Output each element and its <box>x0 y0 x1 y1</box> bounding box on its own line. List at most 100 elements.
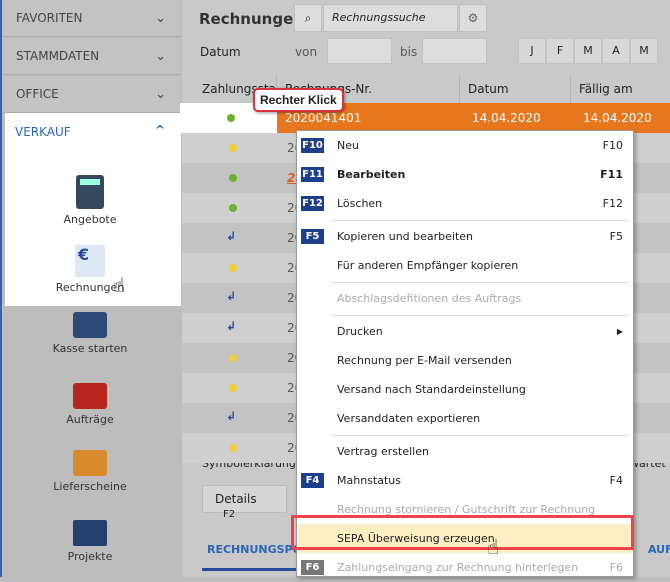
sidebar-section-office[interactable]: OFFICE ⌄ <box>4 76 180 113</box>
truck-icon <box>73 450 107 476</box>
tab-rechnungspositionen[interactable]: RECHNUNGSPO <box>207 543 302 556</box>
partial-payment-icon: ↲ <box>226 229 237 243</box>
menu-item-label: Kopieren und bearbeiten <box>337 230 474 243</box>
gear-icon[interactable]: ⚙ <box>459 4 487 32</box>
menu-item-label: Neu <box>337 139 359 152</box>
menu-item-1[interactable]: F11 Bearbeiten F11 <box>297 160 633 189</box>
status-yellow-icon <box>229 444 237 452</box>
menu-shortcut: F11 <box>600 168 623 181</box>
status-yellow-icon <box>229 354 237 362</box>
menu-item-label: Vertrag erstellen <box>337 445 429 458</box>
menu-item-14: F6 Zahlungseingang zur Rechnung hinterleg… <box>297 553 633 582</box>
sidebar-item-lieferscheine[interactable]: Lieferscheine <box>30 450 150 493</box>
invoice-date: 14.04.2020 <box>472 111 541 125</box>
menu-shortcut: F4 <box>609 474 623 487</box>
section-label: OFFICE <box>16 87 59 101</box>
tab-auftrag[interactable]: AUF <box>648 543 670 556</box>
menu-item-9[interactable]: Versanddaten exportieren <box>297 404 633 433</box>
function-key-badge: F11 <box>301 167 324 182</box>
partial-payment-icon: ↲ <box>226 409 237 423</box>
chevron-down-icon: ⌄ <box>155 10 166 26</box>
item-label: Kasse starten <box>52 342 128 355</box>
chevron-up-icon[interactable]: ^ <box>155 123 165 137</box>
shortcut: F2 <box>223 509 236 520</box>
menu-shortcut: F5 <box>609 230 623 243</box>
month-button[interactable]: M <box>574 38 602 64</box>
menu-item-label: Versand nach Standardeinstellung <box>337 383 526 396</box>
button-label: Details <box>215 492 257 506</box>
month-button[interactable]: M <box>630 38 658 64</box>
column-header-date[interactable]: Datum <box>460 75 571 103</box>
menu-item-7[interactable]: Rechnung per E-Mail versenden <box>297 346 633 375</box>
context-menu: F10 Neu F10 F11 Bearbeiten F11 F12 Löschen F12 F5… <box>296 130 634 577</box>
highlight-frame <box>291 515 634 550</box>
details-button[interactable]: Details F2 <box>202 485 287 520</box>
menu-item-8[interactable]: Versand nach Standardeinstellung <box>297 375 633 404</box>
status-yellow-icon <box>229 384 237 392</box>
menu-separator <box>331 435 629 436</box>
menu-item-2[interactable]: F12 Löschen F12 <box>297 189 633 218</box>
partial-payment-icon: ↲ <box>226 319 237 333</box>
invoice-number: 2020041401 <box>285 111 362 125</box>
menu-item-4[interactable]: Für anderen Empfänger kopieren <box>297 251 633 280</box>
menu-shortcut: F10 <box>602 139 623 152</box>
menu-item-5: Abschlagsdefitionen des Auftrags <box>297 284 633 313</box>
menu-shortcut: F12 <box>602 197 623 210</box>
menu-item-11[interactable]: F4 Mahnstatus F4 <box>297 466 633 495</box>
menu-separator <box>331 282 629 283</box>
menu-item-label: Löschen <box>337 197 383 210</box>
item-label: Projekte <box>67 550 113 563</box>
submenu-arrow-icon: ▶ <box>616 327 623 336</box>
sidebar-item-auftraege[interactable]: Aufträge <box>30 383 150 426</box>
section-label[interactable]: VERKAUF <box>15 125 71 139</box>
partial-payment-icon: ↲ <box>226 289 237 303</box>
folder-icon <box>73 520 107 546</box>
chevron-down-icon: ⌄ <box>155 48 166 64</box>
chevron-down-icon: ⌄ <box>155 86 166 102</box>
from-label: von <box>295 45 318 59</box>
status-yellow-icon <box>229 264 237 272</box>
month-button[interactable]: F <box>546 38 574 64</box>
to-label: bis <box>400 45 418 59</box>
status-yellow-icon <box>229 144 237 152</box>
menu-separator <box>331 220 629 221</box>
menu-item-10[interactable]: Vertrag erstellen <box>297 437 633 466</box>
menu-item-label: Mahnstatus <box>337 474 401 487</box>
right-click-callout: Rechter Klick <box>253 88 344 112</box>
invoice-due: 14.04.2020 <box>583 111 652 125</box>
menu-separator <box>331 315 629 316</box>
date-to-input[interactable] <box>422 38 487 64</box>
month-button[interactable]: J <box>518 38 546 64</box>
menu-item-3[interactable]: F5 Kopieren und bearbeiten F5 <box>297 222 633 251</box>
menu-item-0[interactable]: F10 Neu F10 <box>297 131 633 160</box>
function-key-badge: F4 <box>301 473 324 488</box>
menu-shortcut: F6 <box>609 561 623 574</box>
hand-cursor-icon: ☝ <box>487 535 500 559</box>
menu-item-6[interactable]: Drucken ▶ <box>297 317 633 346</box>
search-input[interactable]: Rechnungssuche <box>323 4 458 32</box>
sidebar-item-angebote[interactable]: Angebote <box>30 175 150 226</box>
menu-item-label: Rechnung per E-Mail versenden <box>337 354 512 367</box>
sidebar-section-verkauf: VERKAUF ^ Angebote € Rechnungen ☝ <box>5 113 181 306</box>
sidebar-section-stammdaten[interactable]: STAMMDATEN ⌄ <box>4 38 180 75</box>
menu-item-label: Abschlagsdefitionen des Auftrags <box>337 292 522 305</box>
function-key-badge: F10 <box>301 138 324 153</box>
column-header-due[interactable]: Fällig am <box>571 75 670 103</box>
cash-register-icon <box>73 312 107 338</box>
date-from-input[interactable] <box>327 38 392 64</box>
sidebar-item-projekte[interactable]: Projekte <box>30 520 150 563</box>
item-label: Aufträge <box>66 413 114 426</box>
item-label: Angebote <box>63 213 117 226</box>
sidebar-item-rechnungen[interactable]: € Rechnungen <box>30 245 150 294</box>
hand-cursor-icon: ☝ <box>113 273 126 297</box>
section-label: STAMMDATEN <box>16 49 100 63</box>
menu-item-label: Drucken <box>337 325 383 338</box>
sidebar-item-kasse[interactable]: Kasse starten <box>30 312 150 355</box>
date-label: Datum <box>200 45 241 59</box>
search-icon[interactable]: ⌕ <box>294 4 322 32</box>
sidebar-section-favoriten[interactable]: FAVORITEN ⌄ <box>4 0 180 37</box>
briefcase-icon <box>73 383 107 409</box>
calculator-icon <box>76 175 104 209</box>
menu-item-label: Bearbeiten <box>337 168 406 181</box>
month-button[interactable]: A <box>602 38 630 64</box>
